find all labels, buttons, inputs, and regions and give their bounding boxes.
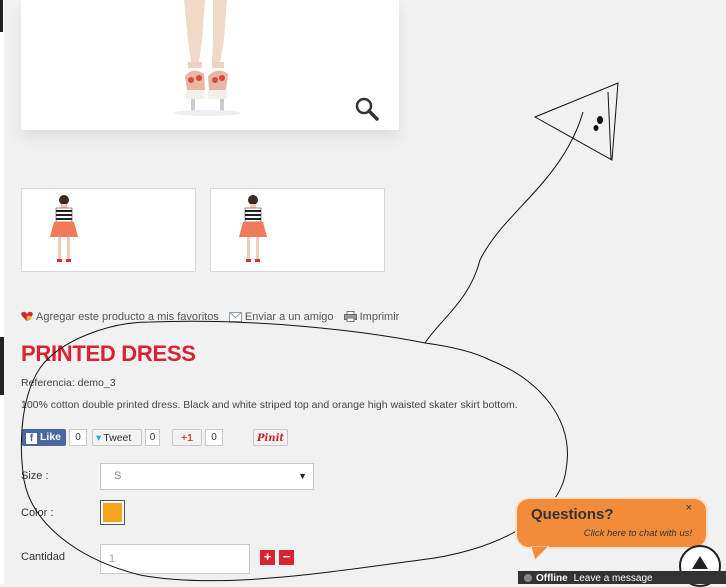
chevron-down-icon: ▼ <box>298 471 307 481</box>
add-to-favorites-link[interactable]: Agregar este producto a mis favoritos <box>21 311 219 323</box>
quantity-plus-button[interactable]: + <box>260 550 275 565</box>
add-to-favorites-label: Agregar este producto a mis favoritos <box>36 311 219 323</box>
product-legs-image <box>173 0 241 116</box>
size-label: Size : <box>21 470 49 482</box>
color-swatch-fill <box>103 503 122 522</box>
chat-offline-message: Leave a message <box>573 573 653 584</box>
thumbnail-model-image <box>50 195 78 262</box>
tweet-button[interactable]: ▾ Tweet <box>92 429 142 446</box>
product-title: PRINTED DRESS <box>21 341 196 366</box>
facebook-icon: f <box>26 433 37 444</box>
google-plus-button[interactable]: +1 <box>172 429 202 446</box>
twitter-icon: ▾ <box>96 432 102 444</box>
heart-icon <box>21 311 33 321</box>
pinterest-label: Pinit <box>256 433 284 444</box>
thumbnail-model-image <box>239 195 267 262</box>
product-actions: Agregar este producto a mis favoritos En… <box>21 311 406 323</box>
color-swatch[interactable] <box>100 500 125 525</box>
send-to-friend-link[interactable]: Enviar a un amigo <box>228 311 334 323</box>
zoom-icon[interactable] <box>354 96 380 122</box>
print-label: Imprimir <box>359 311 400 323</box>
facebook-like-button[interactable]: f Like <box>22 429 66 446</box>
pinterest-button[interactable]: Pinit <box>253 429 288 446</box>
facebook-like-label: Like <box>40 431 62 443</box>
arrow-up-icon <box>692 556 708 569</box>
chat-prompt-bubble[interactable]: Questions? Click here to chat with us! × <box>515 497 708 549</box>
facebook-count: 0 <box>69 429 87 446</box>
tweet-label: Tweet <box>103 432 132 444</box>
left-edge-mark <box>0 337 4 395</box>
product-description: 100% cotton double printed dress. Black … <box>21 399 518 411</box>
google-plus-count: 0 <box>205 429 223 446</box>
size-select[interactable]: S ▼ <box>100 463 314 490</box>
product-thumbnail[interactable] <box>210 188 385 272</box>
size-selected-value: S <box>114 470 122 482</box>
left-edge-mark <box>0 0 3 32</box>
chat-status: Offline <box>536 573 568 584</box>
print-link[interactable]: Imprimir <box>343 311 400 323</box>
quantity-minus-button[interactable]: − <box>279 550 294 565</box>
google-plus-label: +1 <box>181 432 193 444</box>
product-reference: Referencia: demo_3 <box>21 377 116 389</box>
tweet-count: 0 <box>145 429 160 446</box>
quantity-label: Cantidad <box>21 551 66 563</box>
product-main-image[interactable] <box>21 0 399 130</box>
mail-icon <box>228 312 242 322</box>
color-label: Color : <box>21 507 54 519</box>
status-dot-icon <box>524 574 532 582</box>
send-to-friend-label: Enviar a un amigo <box>244 311 334 323</box>
chat-subtitle: Click here to chat with us! <box>583 528 692 539</box>
chat-title: Questions? <box>531 506 614 523</box>
printer-icon <box>343 311 357 322</box>
left-edge <box>0 0 4 584</box>
chat-close-button[interactable]: × <box>686 502 692 514</box>
chat-bubble-tail <box>531 546 549 560</box>
product-thumbnail[interactable] <box>21 188 196 272</box>
chat-offline-bar[interactable]: Offline Leave a message <box>518 571 726 584</box>
quantity-input[interactable]: 1 <box>100 544 250 574</box>
